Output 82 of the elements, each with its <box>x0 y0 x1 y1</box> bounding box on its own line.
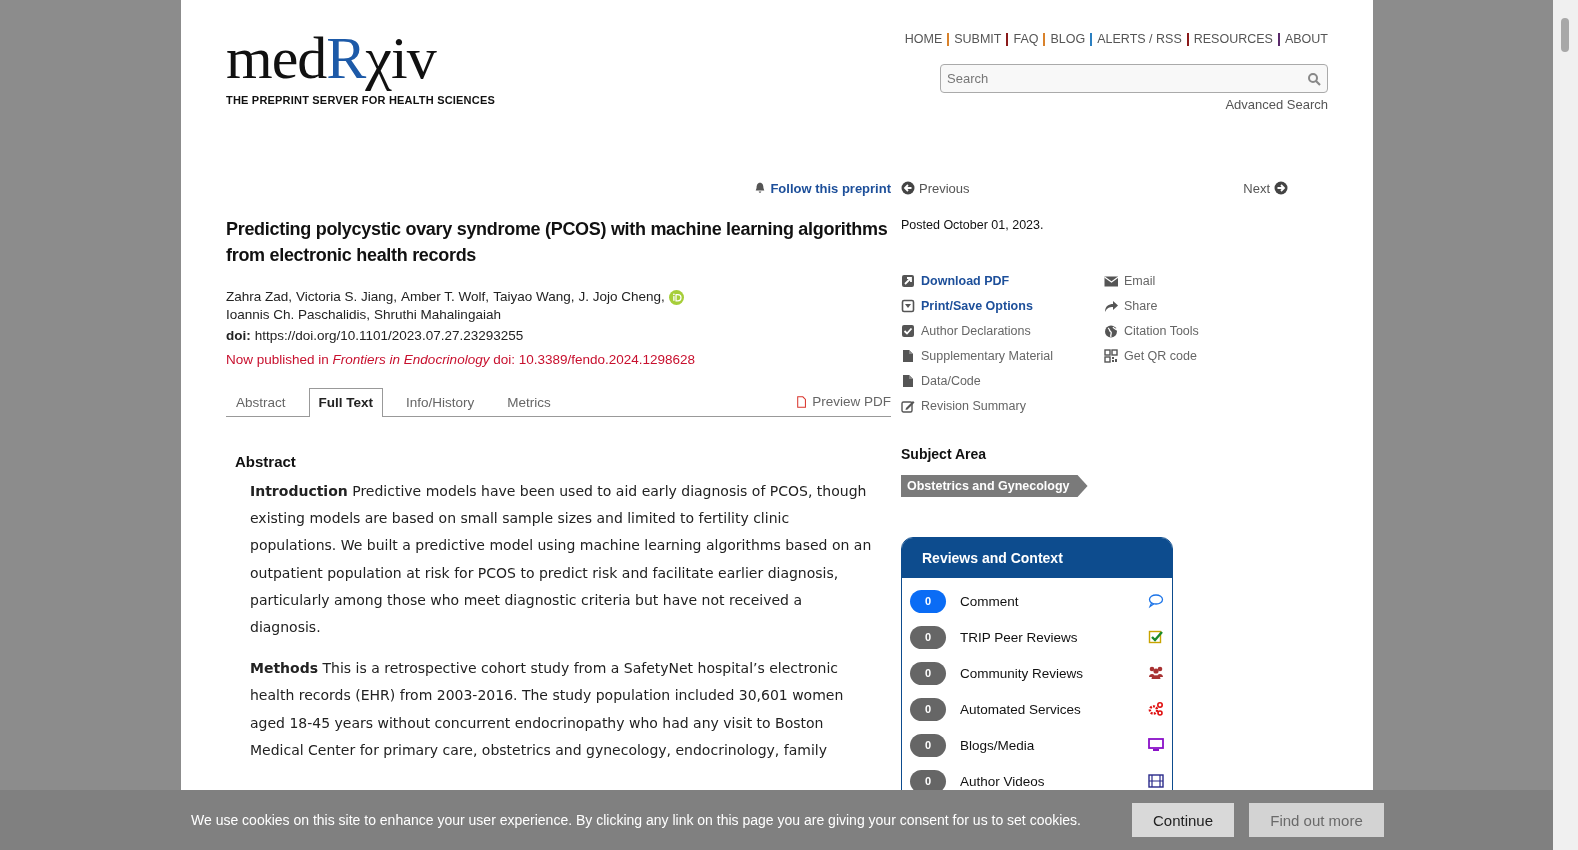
review-link[interactable]: Community Reviews <box>960 665 1148 681</box>
count-badge: 0 <box>910 733 946 757</box>
nav-link[interactable]: BLOG <box>1045 33 1093 46</box>
abstract-paragraph: Methods This is a retrospective cohort study from a SafetyNet hospital’s electronic health records (EHR) from 2003-2016. The study population included 30,601 women aged 18-45 years without concurrent endocrinopathy who had any visit to Boston Medical Center for primary care, obstetrics and gynecology, endocrinology, family <box>250 659 845 760</box>
author-name[interactable]: Taiyao Wang, <box>493 288 575 306</box>
film-icon <box>1148 773 1164 789</box>
action-link[interactable]: Share <box>1104 293 1288 318</box>
count-badge: 0 <box>910 589 946 613</box>
document-icon <box>796 394 809 409</box>
tab[interactable]: Full Text <box>308 388 384 417</box>
count-badge: 0 <box>910 769 946 793</box>
published-notice: Now published in Frontiers in Endocrinology doi: 10.3389/fendo.2024.1298628 <box>226 352 697 367</box>
tab[interactable]: Info/History <box>396 388 485 416</box>
action-link[interactable]: Email <box>1104 268 1288 293</box>
speech-bubble-icon <box>1148 593 1164 609</box>
more-info-button[interactable]: Find out more <box>1249 803 1384 837</box>
document-icon <box>901 373 915 388</box>
checkbox-icon <box>901 323 915 338</box>
count-badge: 0 <box>910 625 946 649</box>
review-link[interactable]: Author Videos <box>960 773 1148 789</box>
external-link-icon <box>901 273 915 288</box>
action-link[interactable]: Supplementary Material <box>901 343 1104 368</box>
nav-link[interactable]: ALERTS / RSS <box>1092 33 1189 46</box>
document-icon <box>901 348 915 363</box>
author-name[interactable]: Victoria S. Jiang, <box>296 288 398 306</box>
action-link[interactable]: Revision Summary <box>901 393 1104 418</box>
qr-code-icon <box>1104 348 1118 363</box>
advanced-search-link[interactable]: Advanced Search <box>1225 97 1328 112</box>
author-name[interactable]: Shruthi Mahalingaiah <box>374 306 501 324</box>
action-link[interactable]: Data/Code <box>901 368 1104 393</box>
nav-link[interactable]: FAQ <box>1008 33 1046 46</box>
panel-header: Reviews and Context <box>902 538 1172 578</box>
action-link[interactable]: Author Declarations <box>901 318 1104 343</box>
arrow-left-circle-icon <box>901 181 915 195</box>
search-field[interactable]: Search <box>940 64 1328 93</box>
review-link[interactable]: Comment <box>960 593 1148 609</box>
continue-button[interactable]: Continue <box>1132 803 1234 837</box>
author-name[interactable]: Zahra Zad, <box>226 288 293 306</box>
action-link[interactable]: Download PDF <box>901 268 1104 293</box>
people-icon <box>1148 665 1164 681</box>
globe-icon <box>1104 323 1118 338</box>
action-link[interactable]: Print/Save Options <box>901 293 1104 318</box>
cookie-notice: We use cookies on this site to enhance your user experience. By clicking any link on this page you are giving your consent for us to set cookies. <box>191 812 1082 828</box>
review-link[interactable]: Blogs/Media <box>960 737 1148 753</box>
preview-pdf-link[interactable]: Preview PDF <box>796 394 891 416</box>
section-heading: Subject Area <box>901 446 988 462</box>
tab[interactable]: Abstract <box>226 388 296 416</box>
nav-link[interactable]: HOME <box>899 33 950 46</box>
count-badge: 0 <box>910 661 946 685</box>
download-box-icon <box>901 298 915 313</box>
author-name[interactable]: Amber T. Wolf, <box>401 288 490 306</box>
author-name[interactable]: J. Jojo Cheng, <box>578 288 684 306</box>
scrollbar[interactable] <box>1553 0 1578 850</box>
author-name[interactable]: Ioannis Ch. Paschalidis, <box>226 306 371 324</box>
subject-tag[interactable]: Obstetrics and Gynecology <box>901 475 1088 497</box>
bell-icon <box>754 182 767 194</box>
next-link[interactable]: Next <box>1243 180 1288 196</box>
action-link[interactable]: Citation Tools <box>1104 318 1288 343</box>
doi-label: doi: <box>226 328 251 343</box>
checkbox-icon <box>1148 629 1164 645</box>
monitor-icon <box>1148 737 1164 753</box>
count-badge: 0 <box>910 697 946 721</box>
arrow-right-circle-icon <box>1274 181 1288 195</box>
follow-link[interactable]: Follow this preprint <box>754 178 891 198</box>
section-heading: Abstract <box>235 453 297 470</box>
posted-date: Posted October 01, 2023. <box>901 218 1045 234</box>
search-icon <box>1307 72 1321 86</box>
nav-link[interactable]: SUBMIT <box>949 33 1009 46</box>
edit-icon <box>901 398 915 413</box>
gears-icon <box>1148 701 1164 717</box>
article-title: Predicting polycystic ovary syndrome (PCOS) with machine learning algorithms from electronic health records <box>226 218 889 267</box>
share-arrow-icon <box>1104 298 1118 313</box>
action-link[interactable]: Get QR code <box>1104 343 1288 368</box>
site-logo[interactable]: medRχiv THE PREPRINT SERVER FOR HEALTH SCIENCES <box>226 28 495 178</box>
nav-link[interactable]: ABOUT <box>1279 33 1328 46</box>
tab[interactable]: Metrics <box>497 388 561 416</box>
nav-link[interactable]: RESOURCES <box>1188 33 1280 46</box>
review-link[interactable]: Automated Services <box>960 701 1148 717</box>
review-link[interactable]: TRIP Peer Reviews <box>960 629 1148 645</box>
previous-link[interactable]: Previous <box>901 180 970 196</box>
doi-link[interactable]: https://doi.org/10.1101/2023.07.27.23293255 <box>254 328 524 343</box>
abstract-paragraph: Introduction Predictive models have been used to aid early diagnosis of PCOS, though existing models are based on small sample sizes and limited to fertility clinic populations. We built a predictive model using machine learning algorithms based on an outpatient population at risk for PCOS to predict risk and facilitate earlier diagnosis, particularly among those who meet diagnostic criteria but have not received a diagnosis. <box>250 482 873 637</box>
